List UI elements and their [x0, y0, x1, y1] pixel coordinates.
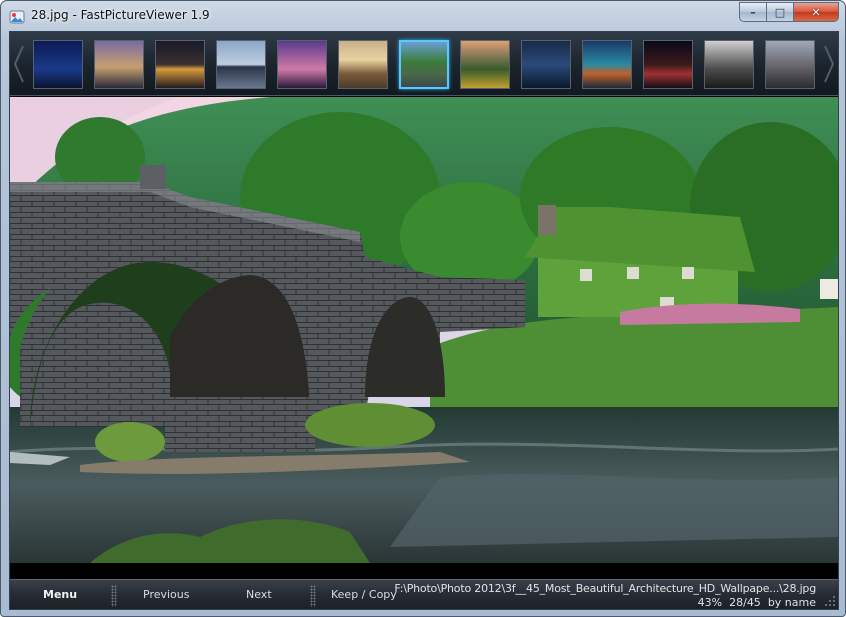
app-window: 28.jpg - FastPictureViewer 1.9 – □ ✕ Men…: [0, 0, 846, 617]
city-night-aerial-thumbnail[interactable]: [521, 40, 571, 89]
zoom-level: 43%: [697, 596, 723, 609]
keep-copy-button[interactable]: Keep / Copy: [331, 588, 397, 601]
viewer-client-area: Menu Previous Next Keep / Copy F:\Photo\…: [9, 31, 839, 610]
minimize-button[interactable]: –: [739, 2, 766, 22]
city-night-blue-thumbnail[interactable]: [33, 40, 83, 89]
bottom-toolbar: Menu Previous Next Keep / Copy F:\Photo\…: [10, 579, 838, 609]
scroll-right-button[interactable]: [822, 40, 836, 88]
menu-button[interactable]: Menu: [43, 588, 77, 601]
toolbar-separator: [310, 585, 316, 607]
app-icon[interactable]: [9, 9, 25, 25]
image-bottom-margin: [10, 563, 838, 579]
previous-button[interactable]: Previous: [143, 588, 190, 601]
close-button[interactable]: ✕: [793, 2, 839, 22]
status-info: 43% 28/45 by name: [698, 596, 816, 609]
city-aerial-green-thumbnail[interactable]: [460, 40, 510, 89]
title-bar[interactable]: 28.jpg - FastPictureViewer 1.9 – □ ✕: [1, 1, 845, 31]
skyline-reflection-thumbnail[interactable]: [216, 40, 266, 89]
suspension-bridge-thumbnail[interactable]: [582, 40, 632, 89]
maximize-button[interactable]: □: [766, 2, 793, 22]
image-position: 28/45: [729, 596, 761, 609]
main-image[interactable]: [10, 97, 838, 563]
tall-building-bw-thumbnail[interactable]: [704, 40, 754, 89]
bridge-landscape-thumbnail[interactable]: [399, 40, 449, 89]
thumbnail-strip: [10, 32, 838, 96]
window-controls: – □ ✕: [739, 2, 839, 22]
sort-order: by name: [767, 596, 816, 609]
window-title: 28.jpg - FastPictureViewer 1.9: [31, 8, 210, 22]
file-path-label: F:\Photo\Photo 2012\3f__45_Most_Beautifu…: [394, 582, 816, 595]
skyline-dusk-thumbnail[interactable]: [94, 40, 144, 89]
chevron-right-icon: [824, 45, 835, 83]
city-lights-red-thumbnail[interactable]: [643, 40, 693, 89]
next-button[interactable]: Next: [246, 588, 272, 601]
tower-twilight-thumbnail[interactable]: [277, 40, 327, 89]
toolbar-separator: [111, 585, 117, 607]
harbor-lights-thumbnail[interactable]: [155, 40, 205, 89]
bridge-landscape-image: [10, 97, 838, 563]
resize-grip-icon[interactable]: [824, 595, 836, 607]
city-panorama-thumbnail[interactable]: [765, 40, 815, 89]
chevron-left-icon: [13, 45, 24, 83]
palace-hotel-thumbnail[interactable]: [338, 40, 388, 89]
scroll-left-button[interactable]: [12, 40, 26, 88]
